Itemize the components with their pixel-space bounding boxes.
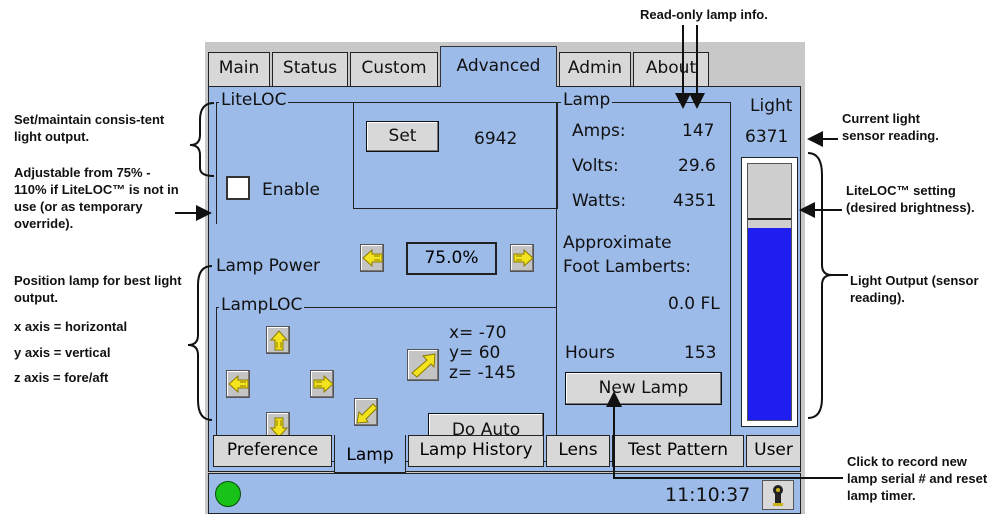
service-icon[interactable] xyxy=(762,480,794,510)
hours-label: Hours xyxy=(565,343,615,363)
annotation-y-axis: y axis = vertical xyxy=(14,345,111,360)
enable-label: Enable xyxy=(262,180,320,200)
lamp-power-increase-button[interactable] xyxy=(510,244,534,272)
tab-user[interactable]: User xyxy=(746,435,801,467)
annotation-position-lamp: Position lamp for best light output. xyxy=(14,273,182,305)
volts-value: 29.6 xyxy=(678,156,716,176)
amps-value: 147 xyxy=(682,121,715,141)
set-button[interactable]: Set xyxy=(366,121,439,152)
lamploc-x: x= -70 xyxy=(449,323,507,343)
status-led-icon xyxy=(215,481,241,507)
liteloc-setpoint-line xyxy=(748,218,791,221)
foot-lamberts-label-2: Foot Lamberts: xyxy=(563,257,691,277)
lamp-fore-button[interactable] xyxy=(407,349,439,381)
enable-checkbox[interactable] xyxy=(226,176,250,200)
liteloc-title: LiteLOC xyxy=(219,90,289,110)
arrow-right-icon xyxy=(513,248,534,268)
light-meter-track xyxy=(747,163,792,421)
arrow-up-icon xyxy=(269,330,289,351)
arrow-left-icon xyxy=(228,374,249,394)
amps-label: Amps: xyxy=(572,121,626,141)
tab-lens[interactable]: Lens xyxy=(546,435,610,467)
tab-lamp[interactable]: Lamp xyxy=(334,435,406,473)
tab-preference[interactable]: Preference xyxy=(213,435,332,467)
annotation-click-record: Click to record new lamp serial # and re… xyxy=(847,454,988,503)
annotation-x-axis: x axis = horizontal xyxy=(14,319,128,334)
tab-advanced[interactable]: Advanced xyxy=(440,46,557,87)
light-output-bar xyxy=(748,228,791,420)
tab-custom[interactable]: Custom xyxy=(350,52,438,86)
tab-main[interactable]: Main xyxy=(208,52,270,86)
lamploc-y: y= 60 xyxy=(449,343,501,363)
lamp-right-button[interactable] xyxy=(310,370,334,398)
lamp-up-button[interactable] xyxy=(266,326,290,354)
projector-touchscreen: Main Status Custom Advanced Admin About … xyxy=(205,42,805,514)
hours-value: 153 xyxy=(684,343,717,363)
new-lamp-button[interactable]: New Lamp xyxy=(565,372,722,405)
annotation-adjustable: Adjustable from 75% - 110% if LiteLOC™ i… xyxy=(14,165,179,231)
tab-status[interactable]: Status xyxy=(272,52,348,86)
arrow-right-icon xyxy=(313,374,334,394)
set-value: 6942 xyxy=(474,129,518,149)
arrow-diagonal-up-icon xyxy=(411,353,436,378)
clock: 11:10:37 xyxy=(665,484,751,506)
annotation-current-sensor: Current light sensor reading. xyxy=(842,111,939,143)
liteloc-set-group xyxy=(353,102,558,209)
annotation-readonly: Read-only lamp info. xyxy=(640,7,768,22)
annotation-z-axis: z axis = fore/aft xyxy=(14,370,109,385)
watts-value: 4351 xyxy=(673,191,717,211)
volts-label: Volts: xyxy=(572,156,619,176)
status-bar: 11:10:37 xyxy=(208,473,801,514)
annotation-liteloc-setting: LiteLOC™ setting (desired brightness). xyxy=(846,183,975,215)
lamploc-title: LampLOC xyxy=(219,295,305,315)
advanced-panel: LiteLOC Enable Set 6942 Lamp Power 75.0%… xyxy=(208,86,801,472)
annotation-set-maintain: Set/maintain consis-tent light output. xyxy=(14,112,165,144)
light-meter xyxy=(741,157,798,427)
lamp-power-field[interactable]: 75.0% xyxy=(406,242,497,275)
lamp-title: Lamp xyxy=(561,90,613,110)
tab-test-pattern[interactable]: Test Pattern xyxy=(612,435,744,467)
lamp-aft-button[interactable] xyxy=(354,398,378,426)
lamp-power-decrease-button[interactable] xyxy=(360,244,384,272)
tab-about[interactable]: About xyxy=(633,52,709,86)
tab-lamp-history[interactable]: Lamp History xyxy=(408,435,544,467)
tab-admin[interactable]: Admin xyxy=(559,52,631,86)
watts-label: Watts: xyxy=(572,191,627,211)
light-value: 6371 xyxy=(745,127,789,147)
arrow-left-icon xyxy=(362,248,383,268)
lamploc-z: z= -145 xyxy=(449,363,517,383)
lamp-power-label: Lamp Power xyxy=(216,256,321,276)
arrow-diagonal-down-icon xyxy=(356,403,378,424)
annotation-light-output: Light Output (sensor reading). xyxy=(850,273,979,305)
foot-lamberts-label-1: Approximate xyxy=(563,233,672,253)
light-title: Light xyxy=(750,96,793,116)
lamp-left-button[interactable] xyxy=(226,370,250,398)
foot-lamberts-value: 0.0 FL xyxy=(668,294,720,314)
